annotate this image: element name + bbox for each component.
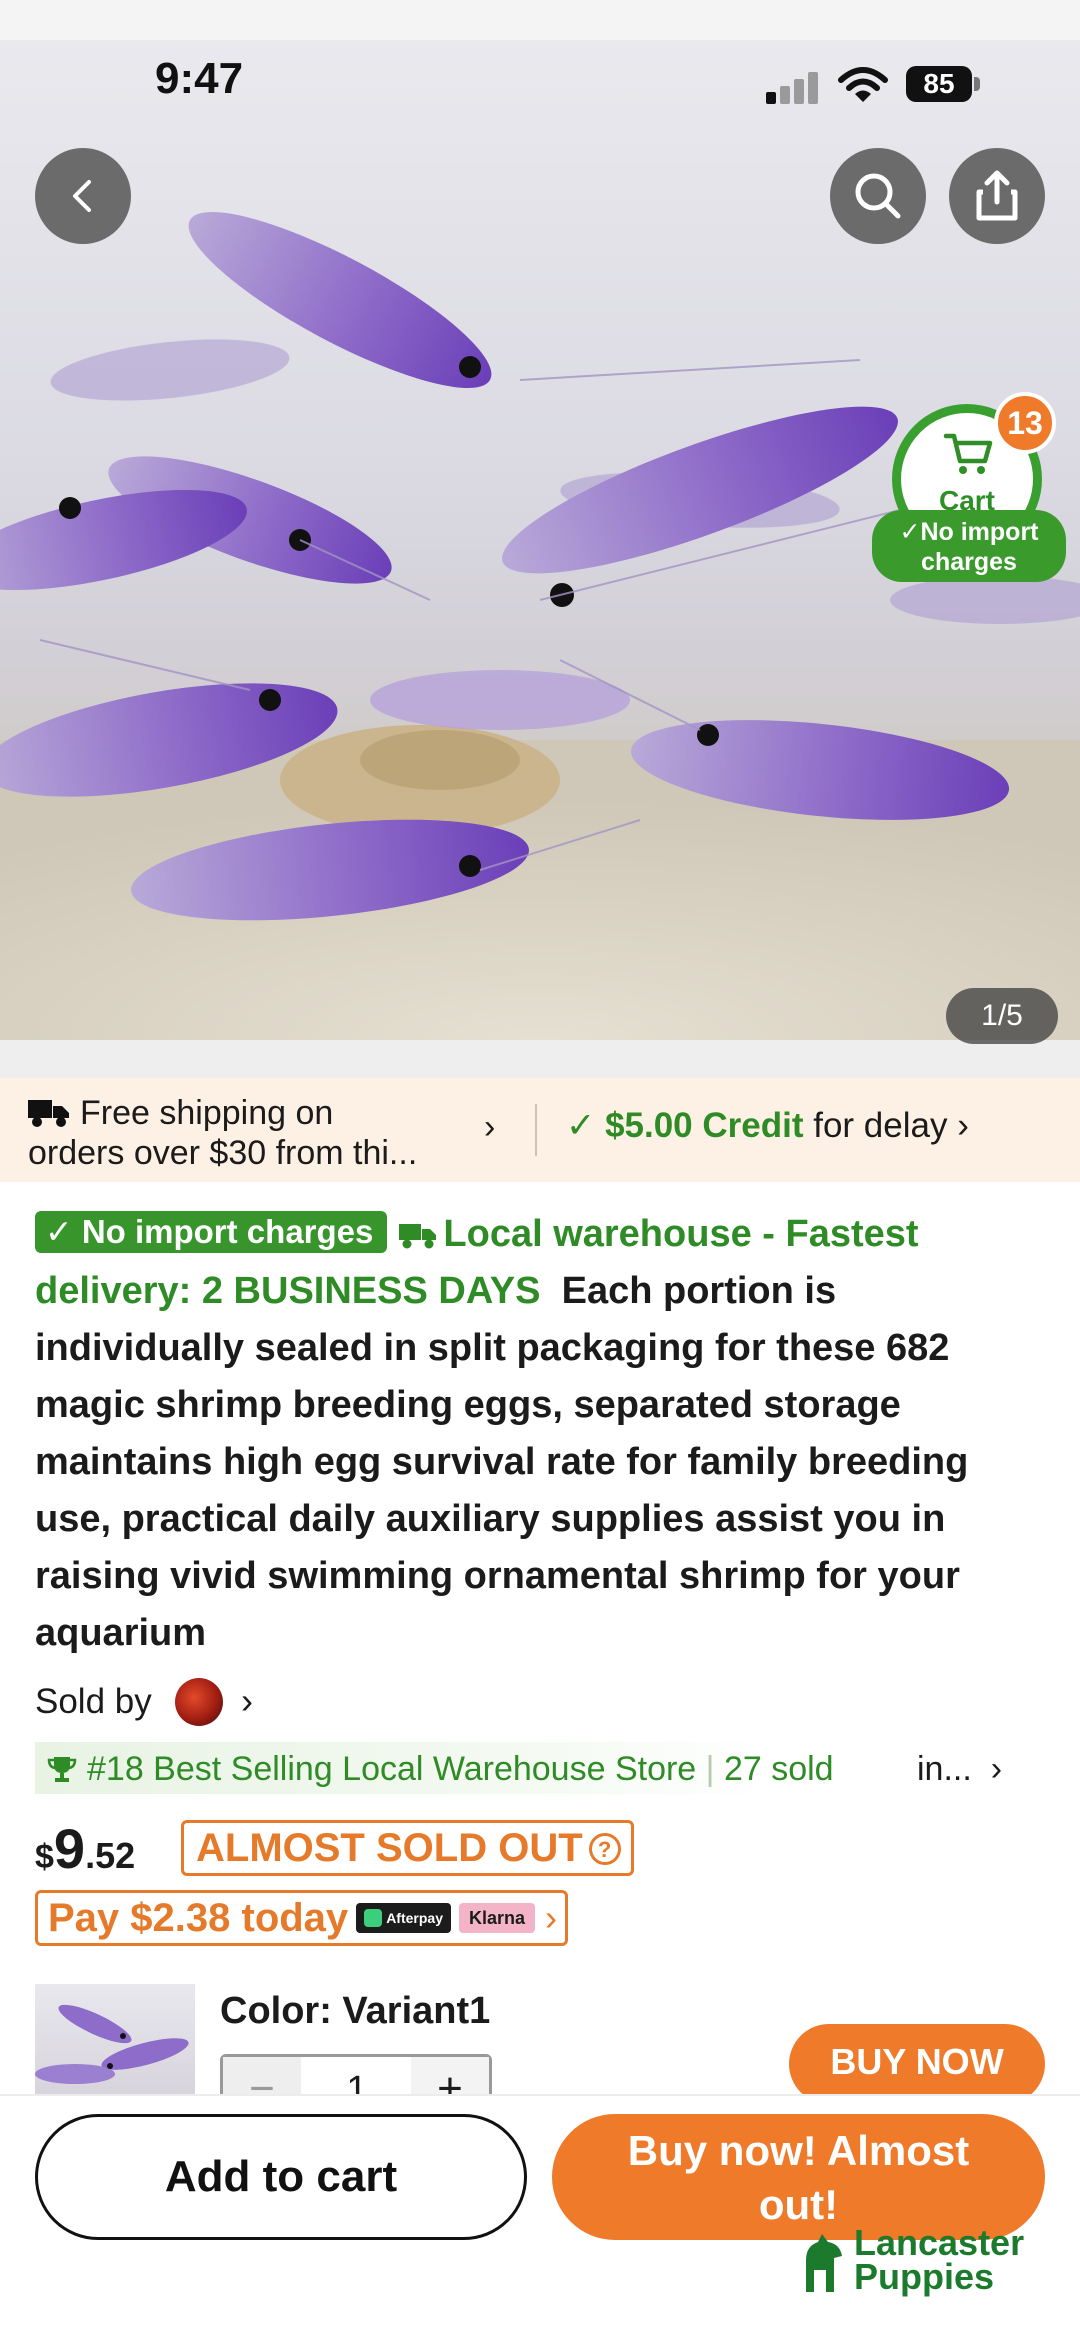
klarna-logo: Klarna xyxy=(458,1903,536,1933)
quantity-value[interactable]: 1 xyxy=(301,2057,413,2096)
sold-count: 27 sold xyxy=(723,1750,834,1788)
price-currency: $ xyxy=(35,1838,54,1876)
search-icon xyxy=(855,173,901,219)
truck-icon xyxy=(28,1100,69,1127)
credit-amount: $5.00 Credit xyxy=(605,1106,804,1145)
shrimp-thumbnail-image xyxy=(35,2004,189,2084)
search-button[interactable] xyxy=(830,148,926,244)
chevron-right-icon: › xyxy=(545,1897,558,1938)
afterpay-logo: Afterpay xyxy=(356,1903,451,1933)
cart-pill-line1: No import xyxy=(920,518,1039,546)
signal-icon xyxy=(766,70,822,104)
battery-icon: 85 xyxy=(906,64,980,104)
price: $9.52 xyxy=(35,1816,135,1881)
rank-more: in... xyxy=(917,1750,972,1788)
cart-icon xyxy=(943,433,993,474)
product-title: ✓ No import charges Local warehouse - Fas… xyxy=(35,1206,1045,1662)
installment-text: Pay $2.38 today xyxy=(48,1895,349,1940)
quantity-decrease-button[interactable]: − xyxy=(223,2057,301,2096)
free-shipping-line1: Free shipping on xyxy=(80,1094,334,1132)
chevron-left-icon xyxy=(73,180,91,212)
share-button[interactable] xyxy=(949,148,1045,244)
description-text: Each portion is individually sealed in s… xyxy=(35,1270,969,1654)
battery-level: 85 xyxy=(906,66,972,102)
price-integer: 9 xyxy=(53,1817,86,1880)
cart-count-badge: 13 xyxy=(994,392,1056,454)
variant-color-label: Color: Variant1 xyxy=(220,1990,491,2032)
check-icon: ✓ xyxy=(566,1106,596,1145)
chevron-right-icon: › xyxy=(957,1106,969,1145)
trophy-icon xyxy=(47,1757,77,1782)
seller-avatar xyxy=(175,1678,223,1726)
cart-pill-line2: charges xyxy=(921,548,1017,576)
divider xyxy=(535,1104,537,1156)
buy-now-small-button[interactable]: BUY NOW xyxy=(789,2024,1045,2096)
variant-section: Color: Variant1 − 1 + BUY NOW xyxy=(0,1984,1080,2096)
watermark-line2: Puppies xyxy=(854,2256,995,2297)
image-bottom-strip xyxy=(0,1040,1080,1078)
image-counter: 1/5 xyxy=(946,988,1058,1044)
price-decimal: .52 xyxy=(85,1835,136,1876)
rank-text: #18 Best Selling Local Warehouse Store xyxy=(87,1750,697,1788)
free-shipping-line2: orders over $30 from thi... xyxy=(28,1134,418,1172)
almost-sold-out-badge[interactable]: ALMOST SOLD OUT? xyxy=(181,1820,634,1876)
no-import-charges-pill: ✓No import charges xyxy=(872,510,1066,582)
buy-now-line1: Buy now! Almost xyxy=(627,2127,970,2174)
no-import-badge-text: No import charges xyxy=(81,1213,374,1250)
chevron-right-icon: › xyxy=(484,1108,496,1146)
bottom-action-bar: Add to cart Buy now! Almost out! Lancast… xyxy=(0,2094,1080,2339)
sold-by-label: Sold by xyxy=(35,1682,152,1721)
share-icon xyxy=(976,170,1018,221)
add-to-cart-button[interactable]: Add to cart xyxy=(35,2114,527,2240)
status-time: 9:47 xyxy=(155,54,244,103)
dog-logo-icon xyxy=(806,2234,842,2292)
check-icon: ✓ xyxy=(899,518,921,546)
no-import-badge: ✓ No import charges xyxy=(35,1211,388,1253)
buy-now-line2: out! xyxy=(758,2181,839,2228)
wifi-icon xyxy=(838,67,888,102)
local-delivery-icon xyxy=(399,1224,437,1249)
variant-thumbnail[interactable] xyxy=(35,1984,195,2096)
quantity-stepper: − 1 + xyxy=(220,2054,492,2096)
almost-sold-out-text: ALMOST SOLD OUT xyxy=(196,1826,583,1870)
chevron-right-icon: › xyxy=(241,1680,253,1721)
status-bar: 9:47 85 xyxy=(0,40,1080,120)
credit-rest: for delay xyxy=(813,1106,948,1145)
top-strip xyxy=(0,0,1080,40)
watermark-logo: Lancaster Puppies xyxy=(798,2225,1048,2326)
delay-credit-link[interactable]: ✓ $5.00 Credit for delay › xyxy=(566,1106,969,1146)
back-button[interactable] xyxy=(35,148,131,244)
best-selling-rank[interactable]: #18 Best Selling Local Warehouse Store |… xyxy=(35,1742,1035,1794)
floating-cart[interactable]: Cart 13 ✓No import charges xyxy=(870,390,1070,590)
help-icon: ? xyxy=(588,1833,621,1865)
chevron-right-icon: › xyxy=(981,1750,1003,1788)
installment-button[interactable]: Pay $2.38 today Afterpay Klarna › xyxy=(35,1890,569,1946)
shipping-bar: Free shipping on orders over $30 from th… xyxy=(0,1078,1080,1182)
free-shipping-link[interactable]: Free shipping on orders over $30 from th… xyxy=(28,1090,498,1172)
price-row: $9.52 ALMOST SOLD OUT? xyxy=(35,1816,1035,1882)
quantity-increase-button[interactable]: + xyxy=(411,2057,489,2096)
